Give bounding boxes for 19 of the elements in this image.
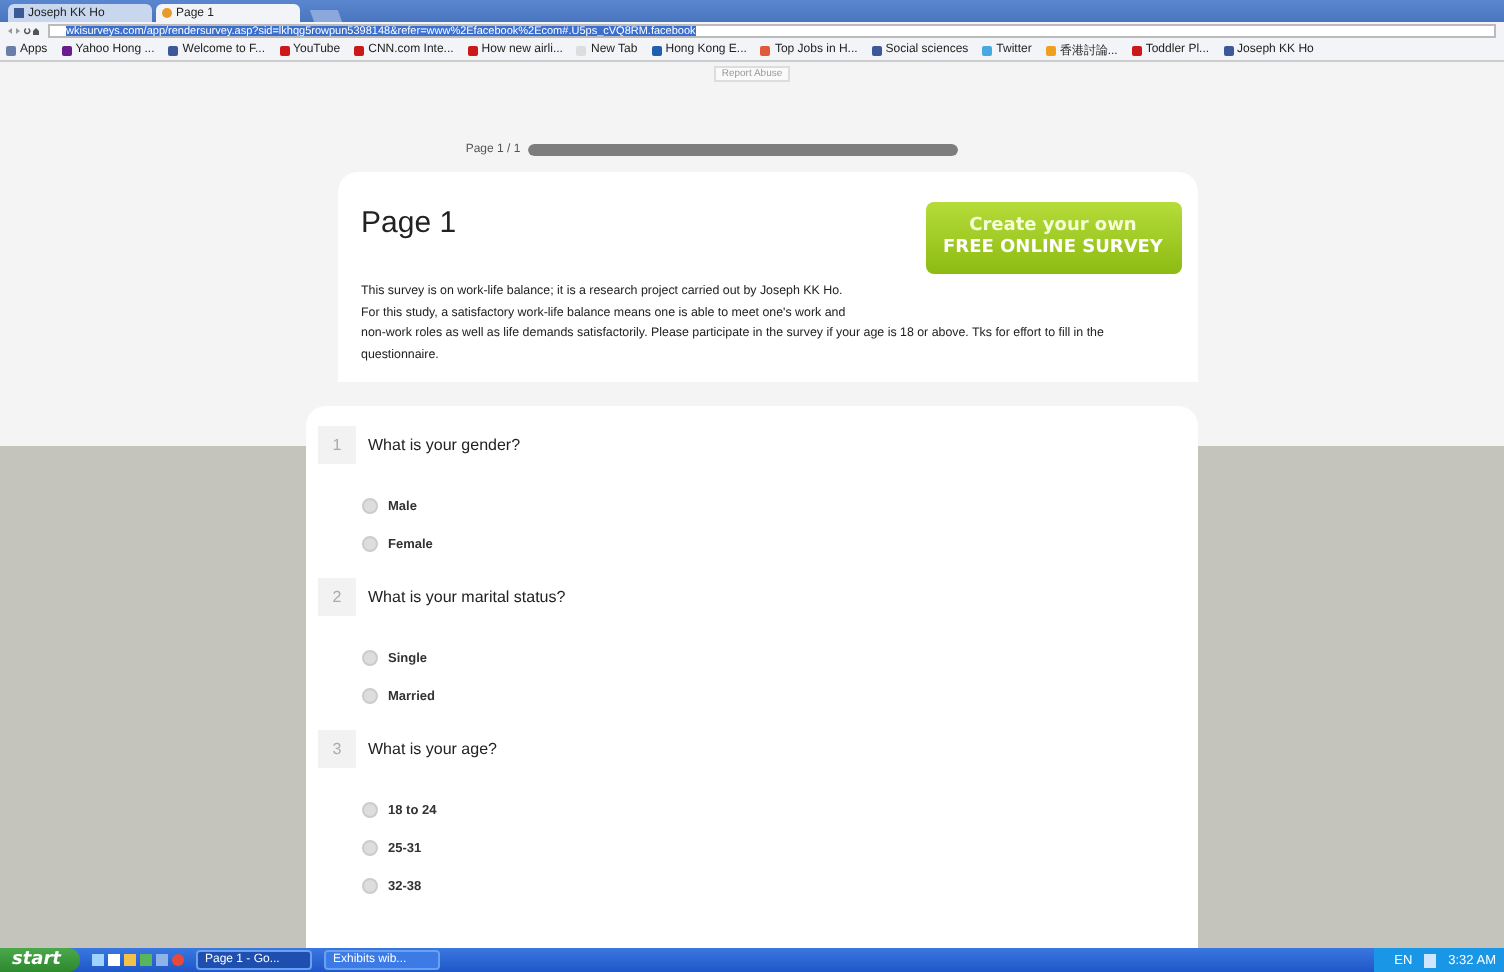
question-text: What is your age? xyxy=(368,740,497,758)
new-tab-button[interactable] xyxy=(309,10,343,22)
radio-button[interactable] xyxy=(362,688,378,704)
radio-button[interactable] xyxy=(362,498,378,514)
navigation-icons-drawing[interactable] xyxy=(8,26,40,36)
network-icon[interactable] xyxy=(1424,953,1437,967)
radio-button[interactable] xyxy=(362,878,378,894)
question-number: 1 xyxy=(318,426,356,464)
radio-button[interactable] xyxy=(362,536,378,552)
page-title: Page 1 xyxy=(361,206,457,240)
radio-button[interactable] xyxy=(362,650,378,666)
start-button[interactable]: start xyxy=(0,948,81,972)
question-number: 3 xyxy=(318,730,356,768)
radio-button[interactable] xyxy=(362,840,378,856)
question-number: 2 xyxy=(318,578,356,616)
radio-button[interactable] xyxy=(362,802,378,818)
question-text: What is your gender? xyxy=(368,436,521,454)
quick-launch-icons-drawing[interactable] xyxy=(92,952,185,968)
question-text: What is your marital status? xyxy=(368,588,566,606)
